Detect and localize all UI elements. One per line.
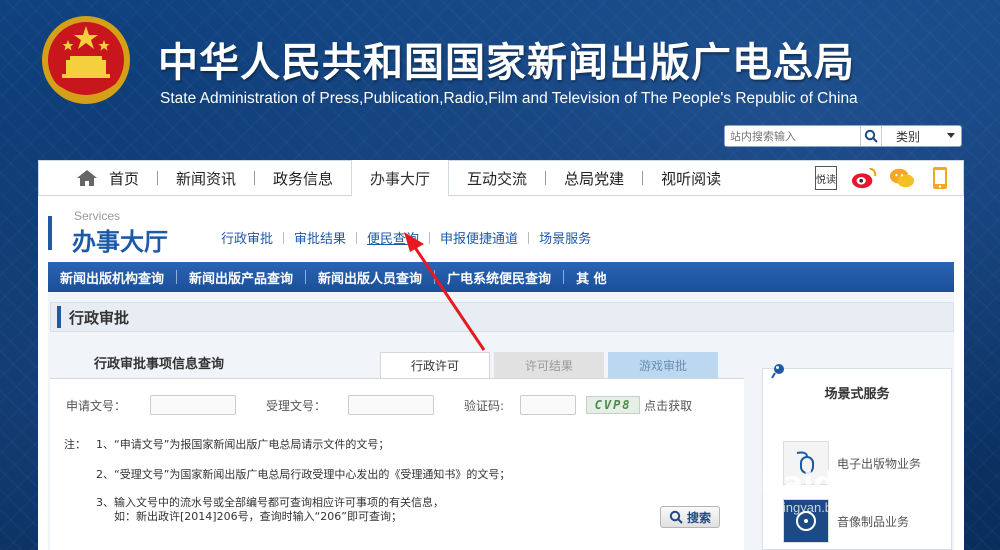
nav-news[interactable]: 新闻资讯 — [158, 161, 254, 195]
section-title: 办事大厅 — [72, 228, 168, 256]
captcha-refresh-link[interactable]: 点击获取 — [644, 397, 692, 414]
link-fast-channel[interactable]: 申报便捷通道 — [430, 228, 528, 247]
site-subtitle: State Administration of Press,Publicatio… — [160, 90, 858, 107]
mobile-link[interactable] — [927, 165, 953, 191]
nav-home[interactable]: 首页 — [39, 161, 157, 195]
apply-no-label: 申请文号： — [66, 398, 127, 413]
accept-no-label: 受理文号： — [266, 398, 327, 413]
section-header: Services 办事大厅 行政审批 审批结果 便民查询 申报便捷通道 场景服务 — [48, 206, 954, 258]
chevron-down-icon — [947, 133, 955, 138]
note-1: 1、“申请文号”为报国家新闻出版广电总局请示文件的文号； — [96, 438, 390, 451]
captcha-input[interactable] — [520, 395, 577, 415]
bluebar-other[interactable]: 其 他 — [564, 268, 619, 287]
pin-icon — [771, 364, 784, 379]
link-admin-approval[interactable]: 行政审批 — [211, 228, 283, 247]
tab-game-approval[interactable]: 游戏审批 — [608, 352, 718, 378]
weibo-icon — [851, 167, 877, 189]
site-search: 类别 — [724, 125, 962, 147]
weibo-link[interactable] — [851, 165, 877, 191]
yuedu-link[interactable]: 悦读 — [813, 165, 839, 191]
search-category-label: 类别 — [896, 129, 921, 144]
section-links: 行政审批 审批结果 便民查询 申报便捷通道 场景服务 — [211, 228, 601, 247]
nav-interaction[interactable]: 互动交流 — [449, 161, 545, 195]
search-category-select[interactable]: 类别 — [882, 128, 961, 145]
accept-no-input[interactable] — [348, 395, 435, 415]
query-panel: 行政审批事项信息查询 行政许可 许可结果 游戏审批 申请文号： 受理文号： 验证… — [50, 352, 744, 550]
tab-license-results[interactable]: 许可结果 — [494, 352, 604, 378]
scene-title: 场景式服务 — [824, 387, 890, 402]
link-approval-results[interactable]: 审批结果 — [284, 228, 356, 247]
tab-admin-license[interactable]: 行政许可 — [380, 352, 490, 378]
query-title: 行政审批事项信息查询 — [94, 357, 225, 372]
scene-item-audio-video-label: 音像制品业务 — [837, 514, 910, 529]
top-navigation: 首页 新闻资讯 政务信息 办事大厅 互动交流 总局党建 视听阅读 悦读 — [38, 160, 964, 196]
site-title: 中华人民共和国国家新闻出版广电总局 — [158, 40, 855, 86]
captcha-image[interactable]: CVP8 — [586, 396, 641, 414]
nav-services[interactable]: 办事大厅 — [351, 160, 450, 196]
section-english-title: Services — [74, 209, 121, 223]
wechat-icon — [889, 168, 915, 188]
query-search-label: 搜索 — [686, 510, 711, 525]
query-search-button[interactable]: 搜索 — [660, 506, 720, 528]
mobile-icon — [933, 167, 947, 189]
subsection-title: 行政审批 — [69, 308, 130, 327]
nav-audiovisual[interactable]: 视听阅读 — [643, 161, 739, 195]
section-accent-bar — [48, 216, 52, 250]
yuedu-label: 悦读 — [816, 174, 836, 186]
notes-prefix: 注： — [64, 438, 86, 451]
nav-government[interactable]: 政务信息 — [255, 161, 351, 195]
national-emblem-icon — [42, 16, 130, 104]
subsection-accent-bar — [57, 306, 61, 328]
note-2: 2、“受理文号”为国家新闻出版广电总局行政受理中心发出的《受理通知书》的文号； — [96, 468, 511, 481]
bluebar-org-query[interactable]: 新闻出版机构查询 — [48, 268, 176, 287]
subsection-header: 行政审批 — [50, 302, 954, 332]
bluebar-staff-query[interactable]: 新闻出版人员查询 — [306, 268, 434, 287]
bluebar-product-query[interactable]: 新闻出版产品查询 — [177, 268, 305, 287]
captcha-label: 验证码: — [464, 398, 505, 413]
search-button[interactable] — [860, 126, 882, 146]
bluebar-broadcast-query[interactable]: 广电系统便民查询 — [435, 268, 563, 287]
nav-party[interactable]: 总局党建 — [546, 161, 642, 195]
social-links: 悦读 — [813, 165, 953, 191]
note-3-example: 如：新出政许[2014]206号，查询时输入“206”即可查询； — [114, 510, 402, 523]
query-category-bar: 新闻出版机构查询 新闻出版产品查询 新闻出版人员查询 广电系统便民查询 其 他 — [48, 262, 954, 292]
apply-no-input[interactable] — [150, 395, 237, 415]
wechat-link[interactable] — [889, 165, 915, 191]
nav-home-label: 首页 — [109, 169, 140, 188]
query-form: 申请文号： 受理文号： 验证码: CVP8 点击获取 — [50, 388, 744, 422]
yuedu-icon: 悦读 — [815, 166, 837, 190]
search-icon — [864, 129, 878, 143]
link-scene-service[interactable]: 场景服务 — [529, 228, 601, 247]
search-icon — [669, 510, 683, 524]
query-divider — [50, 378, 744, 380]
search-input[interactable] — [725, 126, 860, 146]
home-icon — [77, 170, 97, 186]
baidu-watermark-url: jingyan.baidu.com — [780, 500, 885, 515]
link-public-query[interactable]: 便民查询 — [357, 228, 429, 247]
baidu-watermark: Baidu 经验 — [760, 466, 927, 501]
query-tabs: 行政许可 许可结果 游戏审批 — [380, 352, 722, 378]
